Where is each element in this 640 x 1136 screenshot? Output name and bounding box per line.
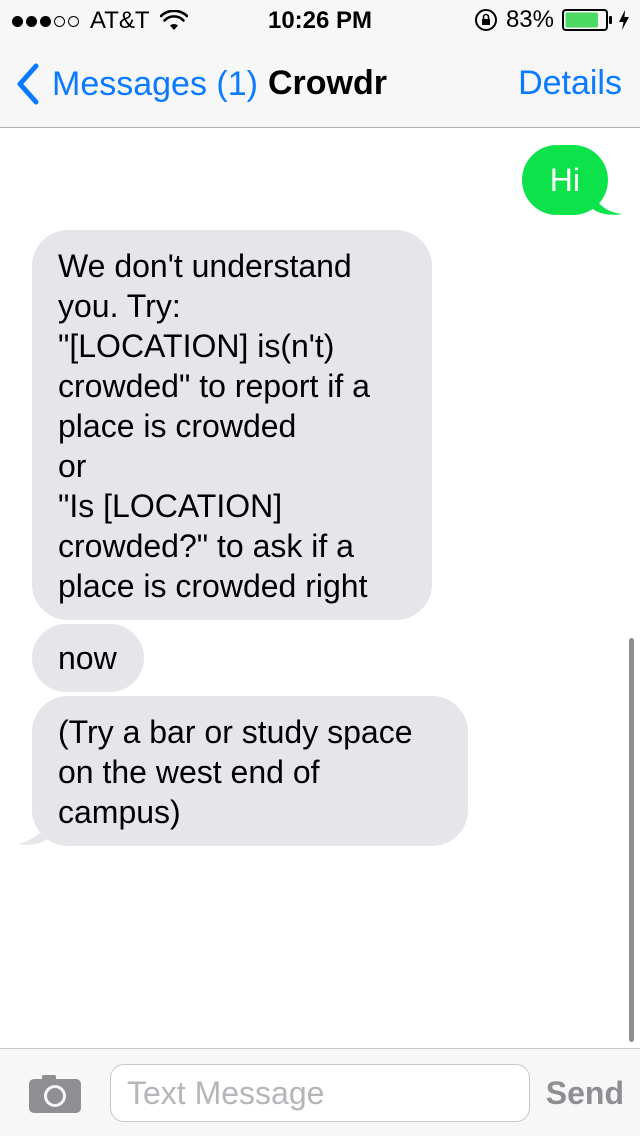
bubble-tail (18, 818, 48, 845)
message-list[interactable]: Hi We don't understand you. Try: "[LOCAT… (0, 128, 640, 1048)
rotation-lock-icon (474, 9, 497, 31)
message-line: crowded?" to ask if a (58, 528, 354, 564)
battery-icon (562, 9, 612, 31)
send-button[interactable]: Send (546, 1075, 624, 1112)
status-right: 83% (474, 6, 630, 34)
bubble-tail (592, 190, 622, 215)
status-bar: AT&T 10:26 PM 83% (0, 0, 640, 40)
message-line: place is crowded (58, 408, 297, 444)
conversation-title: Crowdr (268, 64, 387, 102)
messages-screen: AT&T 10:26 PM 83% Messages (1) Crowdr De… (0, 0, 640, 1136)
message-line: We don't understand (58, 248, 352, 284)
message-line: "Is [LOCATION] (58, 488, 283, 524)
compose-bar: Send (0, 1048, 640, 1136)
message-text: Hi (549, 162, 580, 198)
incoming-message-bubble[interactable]: We don't understand you. Try: "[LOCATION… (32, 230, 432, 620)
scrollbar[interactable] (629, 638, 634, 1042)
message-line: now (58, 640, 117, 676)
message-line: you. Try: (58, 288, 181, 324)
details-button[interactable]: Details (518, 64, 622, 103)
message-line: "[LOCATION] is(n't) (58, 328, 335, 364)
message-line: crowded" to report if a (58, 368, 370, 404)
message-line: place is crowded right (58, 568, 368, 604)
text-message-input[interactable] (110, 1064, 530, 1122)
message-line: (Try a bar or study space (58, 714, 413, 750)
message-line: or (58, 448, 87, 484)
chevron-left-icon (17, 63, 39, 105)
message-line: campus) (58, 794, 181, 830)
charging-bolt-icon (619, 10, 629, 30)
battery-percent: 83% (505, 6, 554, 33)
incoming-message-bubble[interactable]: (Try a bar or study space on the west en… (32, 696, 468, 846)
navigation-bar: Messages (1) Crowdr Details (0, 40, 640, 128)
message-line: on the west end of (58, 754, 320, 790)
back-label: Messages (1) (52, 64, 258, 103)
incoming-message-bubble[interactable]: now (32, 624, 144, 692)
back-button[interactable]: Messages (1) (14, 62, 258, 106)
camera-icon[interactable] (28, 1073, 82, 1115)
